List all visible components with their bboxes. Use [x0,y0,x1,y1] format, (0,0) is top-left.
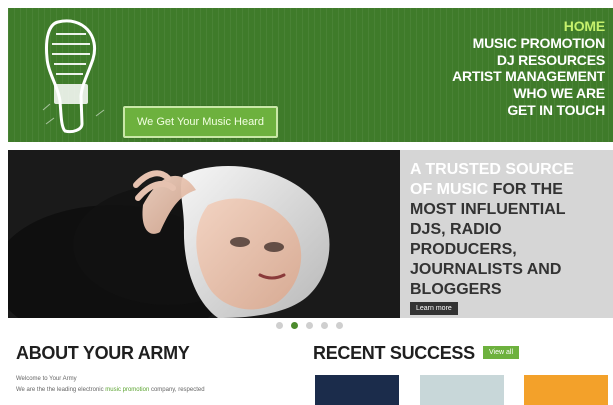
carousel-dot-2[interactable] [291,322,298,329]
hero-image [8,150,400,318]
music-promotion-link[interactable]: music promotion [105,387,149,393]
about-welcome-text: Welcome to Your Army [16,376,77,382]
nav-get-in-touch[interactable]: GET IN TOUCH [452,102,605,119]
recent-thumbnail-2[interactable] [420,375,504,405]
carousel-dot-5[interactable] [336,322,343,329]
recent-success-title: RECENT SUCCESS [313,343,475,363]
recent-thumbnail-1[interactable] [315,375,399,405]
carousel-dots [276,322,343,329]
carousel-dot-3[interactable] [306,322,313,329]
about-title: ABOUT YOUR ARMY [16,343,190,363]
main-navigation: HOME MUSIC PROMOTION DJ RESOURCES ARTIST… [452,18,605,119]
site-header: We Get Your Music Heard HOME MUSIC PROMO… [8,8,613,142]
learn-more-button[interactable]: Learn more [410,302,458,315]
carousel-dot-1[interactable] [276,322,283,329]
nav-music-promotion[interactable]: MUSIC PROMOTION [452,35,606,52]
about-intro-prefix: We are the the leading electronic [16,387,106,393]
about-intro-text: We are the the leading electronic music … [16,387,205,393]
nav-artist-management[interactable]: ARTIST MANAGEMENT [452,68,605,85]
tagline-badge: We Get Your Music Heard [123,106,278,138]
view-all-button[interactable]: View all [483,346,519,359]
nav-who-we-are[interactable]: WHO WE ARE [452,85,605,102]
nav-home[interactable]: HOME [452,18,605,35]
promo-rest: FOR THE MOST INFLUENTIAL DJS, RADIO PROD… [410,181,566,298]
recent-thumbnail-3[interactable] [524,375,608,405]
about-intro-suffix: company, respected [149,387,205,393]
carousel-dot-4[interactable] [321,322,328,329]
nav-dj-resources[interactable]: DJ RESOURCES [452,52,605,69]
artist-portrait-image [8,150,400,318]
your-army-logo[interactable] [38,14,108,139]
promo-headline: A TRUSTED SOURCE OF MUSIC FOR THE MOST I… [410,160,600,300]
hero-promo-panel: A TRUSTED SOURCE OF MUSIC FOR THE MOST I… [400,150,613,318]
